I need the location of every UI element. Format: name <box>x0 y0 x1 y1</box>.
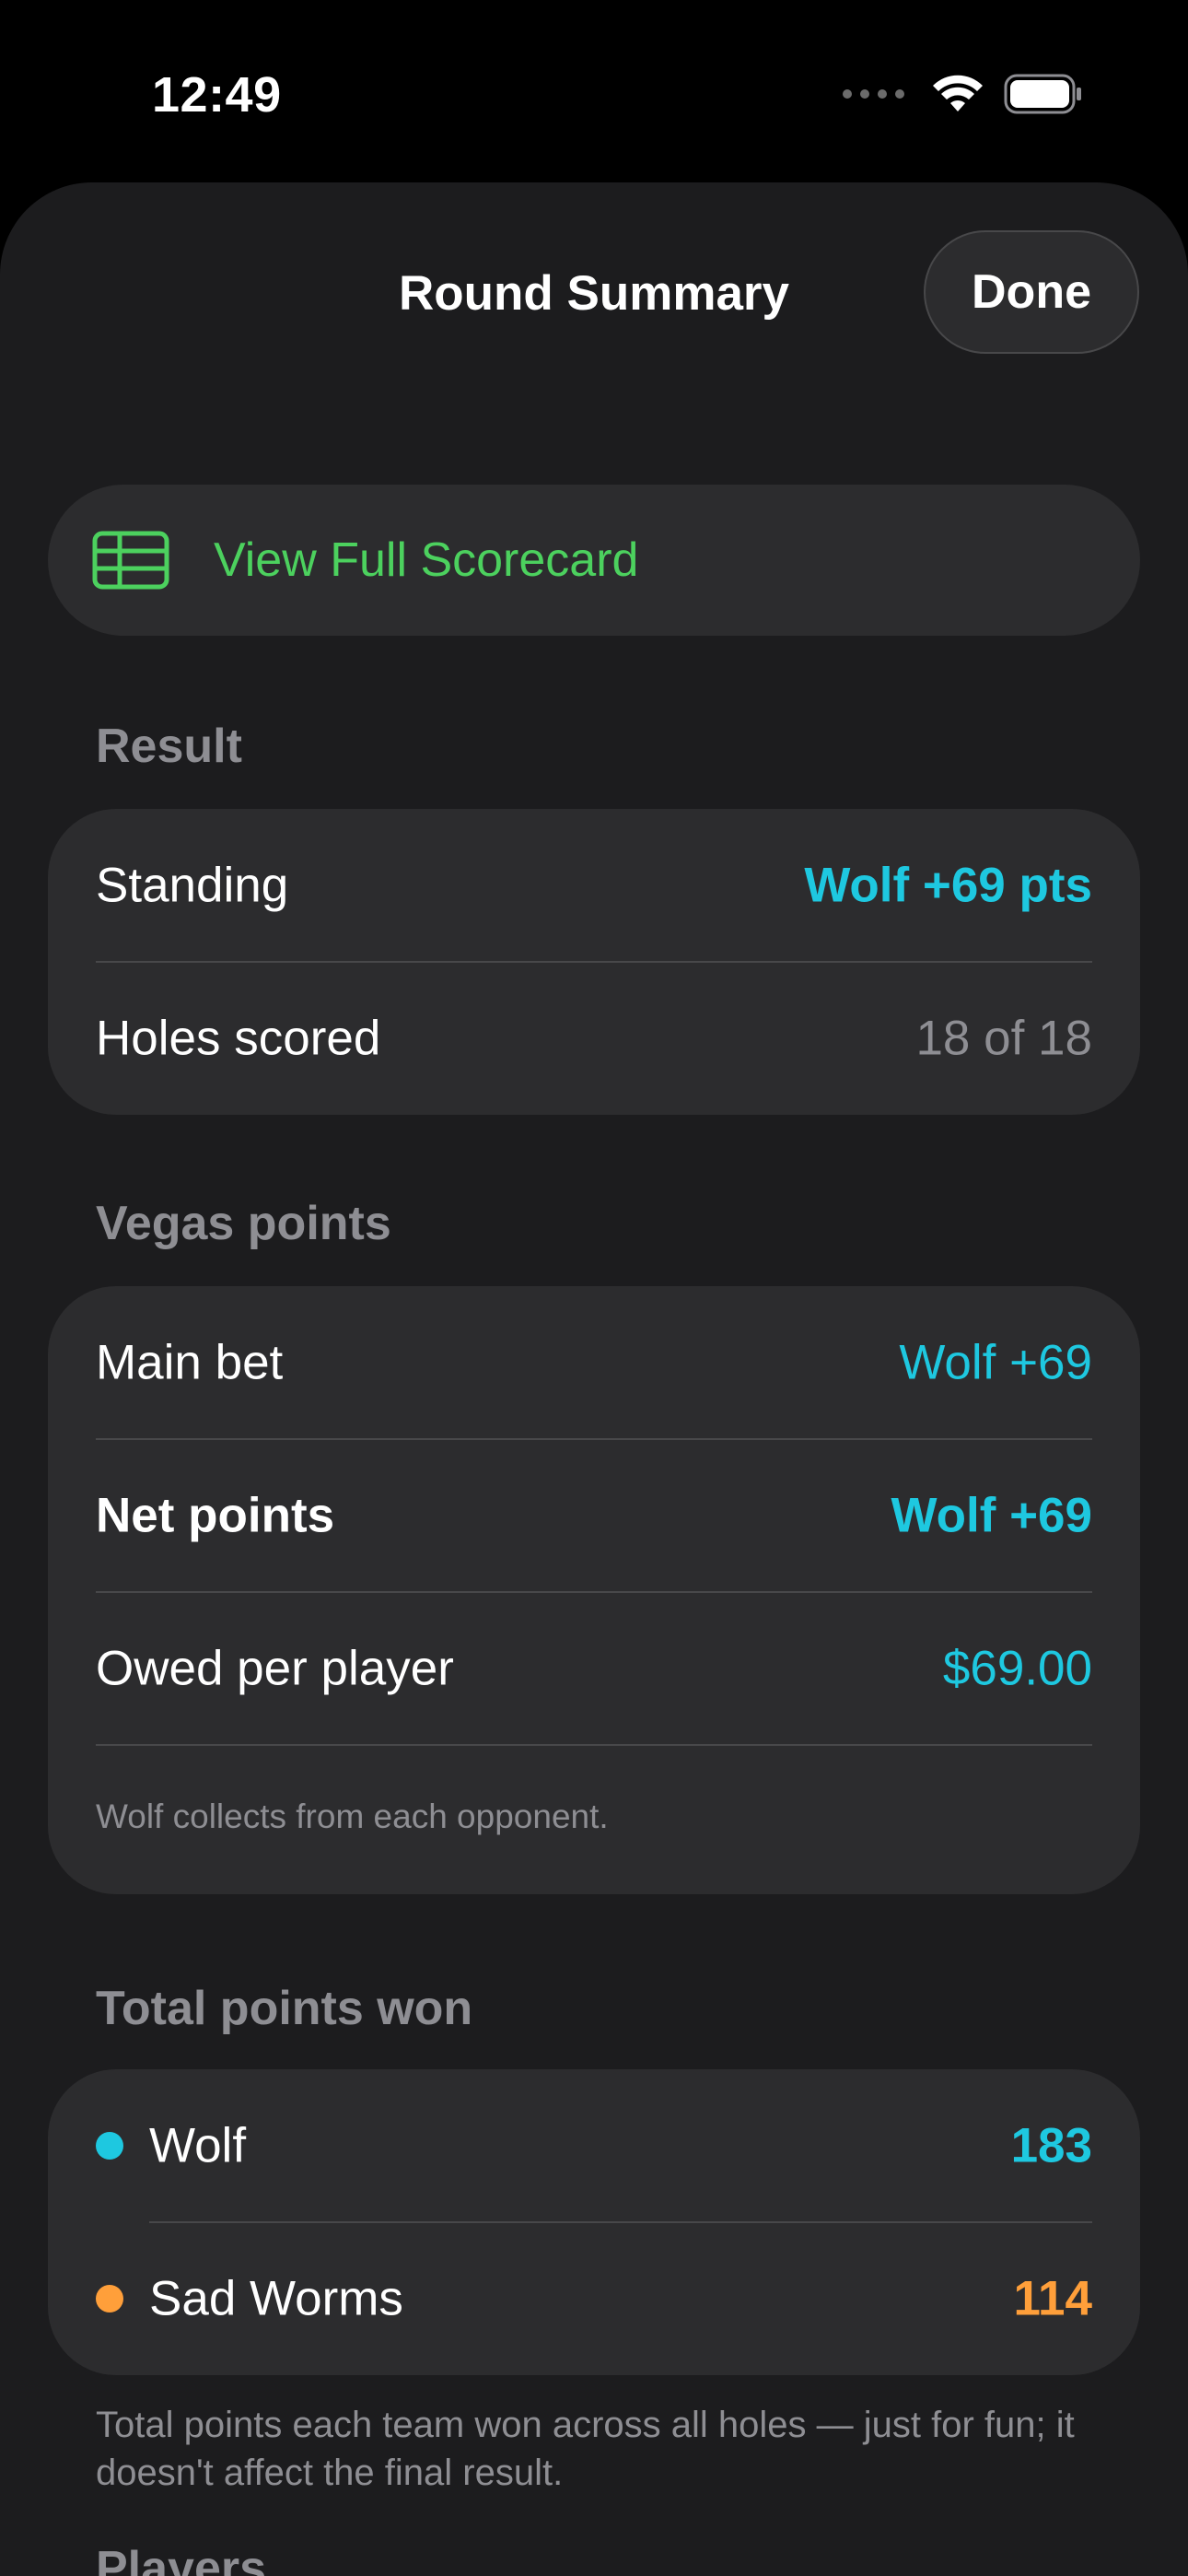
total-points-footer: Total points each team won across all ho… <box>96 2405 1075 2493</box>
team-color-dot <box>96 2285 123 2313</box>
wifi-icon <box>933 75 983 111</box>
main-bet-value: Wolf +69 <box>899 1335 1092 1390</box>
team-name: Wolf <box>149 2118 247 2173</box>
net-points-row: Net points Wolf +69 <box>96 1439 1092 1592</box>
team-color-dot <box>96 2132 123 2160</box>
main-bet-label: Main bet <box>96 1335 284 1390</box>
players-section-header: Players <box>96 2542 267 2576</box>
status-bar: 12:49 <box>0 0 1188 184</box>
vegas-note: Wolf collects from each opponent. <box>96 1797 609 1835</box>
owed-per-player-value: $69.00 <box>942 1641 1092 1696</box>
total-points-section-header: Total points won <box>96 1982 473 2035</box>
round-summary-sheet: Round Summary Done View Full Scorecard R… <box>0 182 1188 2576</box>
cellular-signal-icon <box>843 89 904 99</box>
vegas-section-header: Vegas points <box>96 1197 391 1250</box>
status-icons <box>843 74 1083 114</box>
vegas-card: Main bet Wolf +69 Net points Wolf +69 Ow… <box>48 1286 1140 1894</box>
table-icon <box>92 531 169 594</box>
owed-per-player-row: Owed per player $69.00 <box>96 1592 1092 1745</box>
holes-scored-row: Holes scored 18 of 18 <box>96 962 1092 1115</box>
done-button[interactable]: Done <box>924 230 1139 354</box>
owed-per-player-label: Owed per player <box>96 1641 454 1696</box>
standing-label: Standing <box>96 858 289 913</box>
divider <box>96 1744 1092 1746</box>
view-scorecard-label: View Full Scorecard <box>214 533 639 587</box>
result-section-header: Result <box>96 720 242 773</box>
standing-row: Standing Wolf +69 pts <box>96 809 1092 962</box>
battery-icon <box>1004 74 1081 114</box>
team-row-sad-worms: Sad Worms 114 <box>96 2222 1092 2375</box>
team-points: 183 <box>1010 2118 1092 2173</box>
team-points: 114 <box>1013 2271 1092 2326</box>
total-points-card: Wolf 183 Sad Worms 114 <box>48 2069 1140 2375</box>
team-row-wolf: Wolf 183 <box>96 2069 1092 2222</box>
holes-scored-label: Holes scored <box>96 1011 381 1066</box>
standing-value: Wolf +69 pts <box>804 858 1092 913</box>
result-card: Standing Wolf +69 pts Holes scored 18 of… <box>48 809 1140 1115</box>
net-points-label: Net points <box>96 1488 335 1543</box>
status-time: 12:49 <box>152 67 282 123</box>
main-bet-row: Main bet Wolf +69 <box>96 1286 1092 1439</box>
holes-scored-value: 18 of 18 <box>915 1011 1092 1066</box>
view-scorecard-button[interactable]: View Full Scorecard <box>48 485 1140 636</box>
team-name: Sad Worms <box>149 2271 403 2326</box>
net-points-value: Wolf +69 <box>891 1488 1092 1543</box>
